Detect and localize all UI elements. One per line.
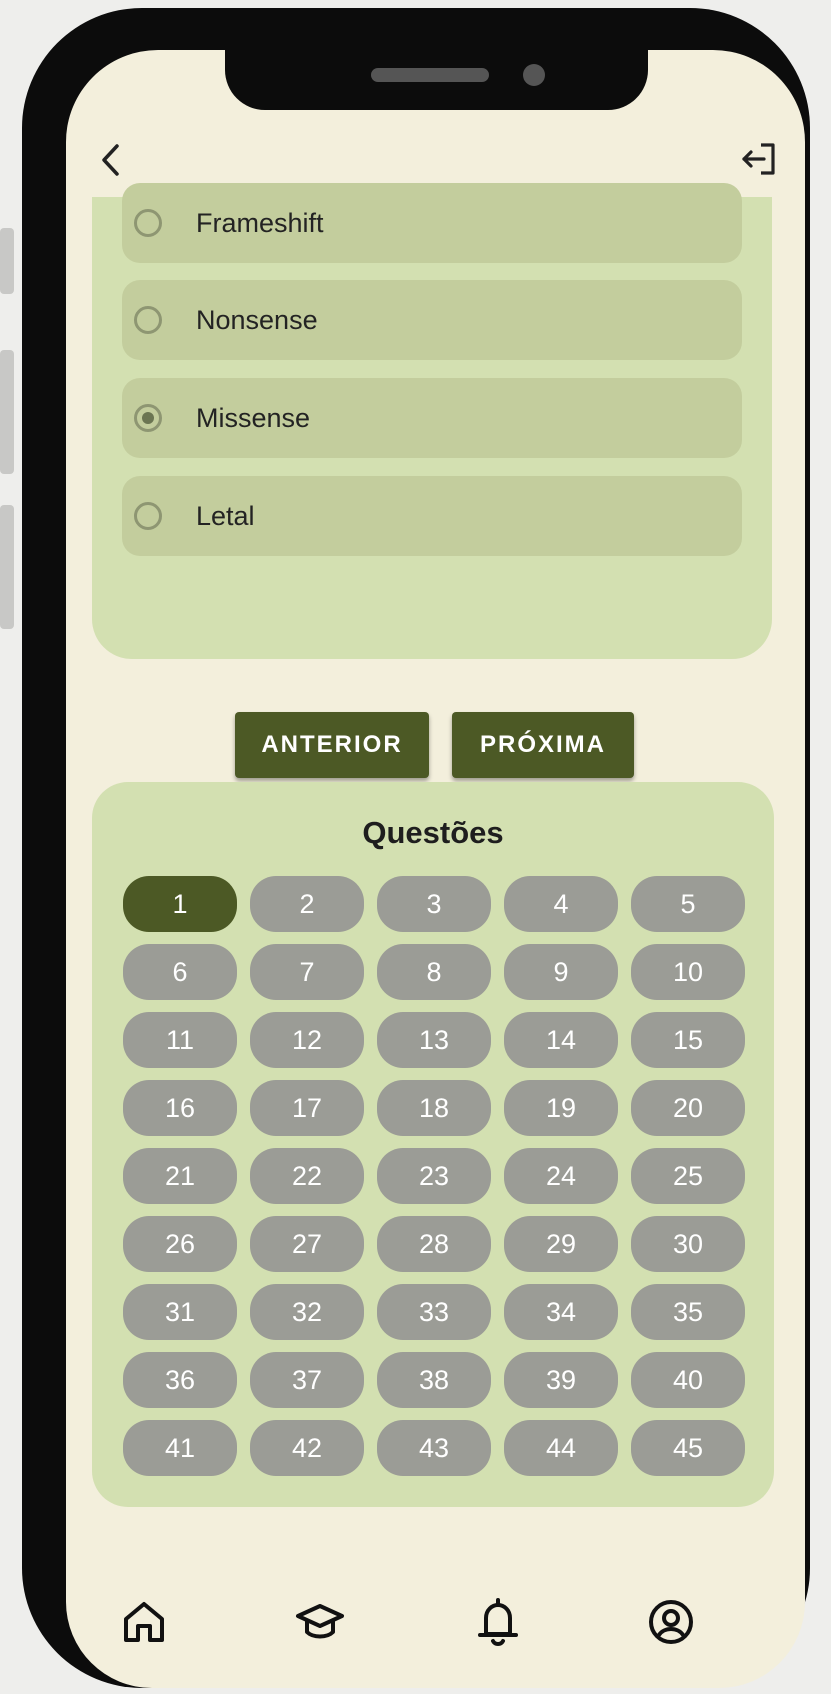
question-number-button[interactable]: 15	[631, 1012, 745, 1068]
nav-home[interactable]	[104, 1582, 184, 1662]
option-label: Missense	[196, 402, 311, 433]
option-frameshift[interactable]: Frameshift	[122, 183, 742, 263]
bottom-navigation	[66, 1582, 805, 1662]
questions-card: Questões 1 2 3 4 5 6 7 8 9 10 11 12 13 14 15 16 17 18 19 20…	[92, 782, 774, 1507]
speaker	[371, 68, 489, 82]
questions-grid: 1 2 3 4 5 6 7 8 9 10 11 12 13 14 15 16 17 18 19 20 21 22 23 24 2…	[123, 876, 745, 1476]
question-number-button[interactable]: 40	[631, 1352, 745, 1408]
question-number-button[interactable]: 23	[377, 1148, 491, 1204]
chevron-left-icon	[102, 144, 119, 176]
app-screen: Frameshift Nonsense Missense Letal ANTER…	[66, 50, 805, 1688]
silent-switch	[0, 228, 14, 294]
option-label: Letal	[196, 500, 255, 531]
option-nonsense[interactable]: Nonsense	[122, 280, 742, 360]
question-number-button[interactable]: 45	[631, 1420, 745, 1476]
radio-button-selected[interactable]	[134, 404, 162, 432]
question-number-button[interactable]: 3	[377, 876, 491, 932]
question-number-button[interactable]: 38	[377, 1352, 491, 1408]
question-number-button[interactable]: 27	[250, 1216, 364, 1272]
option-missense[interactable]: Missense	[122, 378, 742, 458]
question-number-button[interactable]: 1	[123, 876, 237, 932]
option-label: Nonsense	[196, 304, 318, 335]
question-number-button[interactable]: 31	[123, 1284, 237, 1340]
question-number-button[interactable]: 12	[250, 1012, 364, 1068]
camera	[523, 64, 545, 86]
question-number-button[interactable]: 19	[504, 1080, 618, 1136]
previous-button[interactable]: ANTERIOR	[235, 712, 429, 778]
question-number-button[interactable]: 5	[631, 876, 745, 932]
question-number-button[interactable]: 14	[504, 1012, 618, 1068]
question-number-button[interactable]: 17	[250, 1080, 364, 1136]
radio-button[interactable]	[134, 209, 162, 237]
question-number-button[interactable]: 37	[250, 1352, 364, 1408]
question-number-button[interactable]: 44	[504, 1420, 618, 1476]
question-number-button[interactable]: 36	[123, 1352, 237, 1408]
question-number-button[interactable]: 43	[377, 1420, 491, 1476]
question-number-button[interactable]: 16	[123, 1080, 237, 1136]
option-label: Frameshift	[196, 207, 324, 238]
question-number-button[interactable]: 39	[504, 1352, 618, 1408]
question-number-button[interactable]: 10	[631, 944, 745, 1000]
radio-button[interactable]	[134, 502, 162, 530]
question-number-button[interactable]: 30	[631, 1216, 745, 1272]
question-number-button[interactable]: 42	[250, 1420, 364, 1476]
question-number-button[interactable]: 22	[250, 1148, 364, 1204]
question-number-button[interactable]: 41	[123, 1420, 237, 1476]
radio-button[interactable]	[134, 306, 162, 334]
question-number-button[interactable]: 33	[377, 1284, 491, 1340]
question-number-button[interactable]: 6	[123, 944, 237, 1000]
question-number-button[interactable]: 29	[504, 1216, 618, 1272]
graduation-cap-icon	[296, 1604, 344, 1639]
nav-courses[interactable]	[280, 1582, 360, 1662]
question-number-button[interactable]: 9	[504, 944, 618, 1000]
question-number-button[interactable]: 8	[377, 944, 491, 1000]
question-number-button[interactable]: 35	[631, 1284, 745, 1340]
volume-down-button	[0, 505, 14, 629]
question-number-button[interactable]: 2	[250, 876, 364, 932]
questions-title: Questões	[362, 815, 504, 850]
question-number-button[interactable]: 25	[631, 1148, 745, 1204]
question-number-button[interactable]: 32	[250, 1284, 364, 1340]
bell-icon	[478, 1598, 518, 1646]
top-bar	[66, 110, 805, 190]
question-number-button[interactable]: 24	[504, 1148, 618, 1204]
nav-profile[interactable]	[631, 1582, 711, 1662]
question-number-button[interactable]: 20	[631, 1080, 745, 1136]
question-number-button[interactable]: 4	[504, 876, 618, 932]
question-number-button[interactable]: 26	[123, 1216, 237, 1272]
user-circle-icon	[649, 1600, 693, 1644]
question-number-button[interactable]: 7	[250, 944, 364, 1000]
logout-icon	[742, 143, 775, 175]
question-number-button[interactable]: 21	[123, 1148, 237, 1204]
home-icon	[124, 1602, 164, 1642]
notch	[225, 50, 648, 110]
option-letal[interactable]: Letal	[122, 476, 742, 556]
question-number-button[interactable]: 34	[504, 1284, 618, 1340]
answer-options-card: Frameshift Nonsense Missense Letal	[92, 183, 772, 659]
question-number-button[interactable]: 18	[377, 1080, 491, 1136]
nav-notifications[interactable]	[458, 1582, 538, 1662]
logout-button[interactable]	[739, 138, 781, 180]
question-number-button[interactable]: 11	[123, 1012, 237, 1068]
volume-up-button	[0, 350, 14, 474]
question-number-button[interactable]: 13	[377, 1012, 491, 1068]
question-number-button[interactable]: 28	[377, 1216, 491, 1272]
next-button[interactable]: PRÓXIMA	[452, 712, 634, 778]
back-button[interactable]	[96, 140, 126, 180]
